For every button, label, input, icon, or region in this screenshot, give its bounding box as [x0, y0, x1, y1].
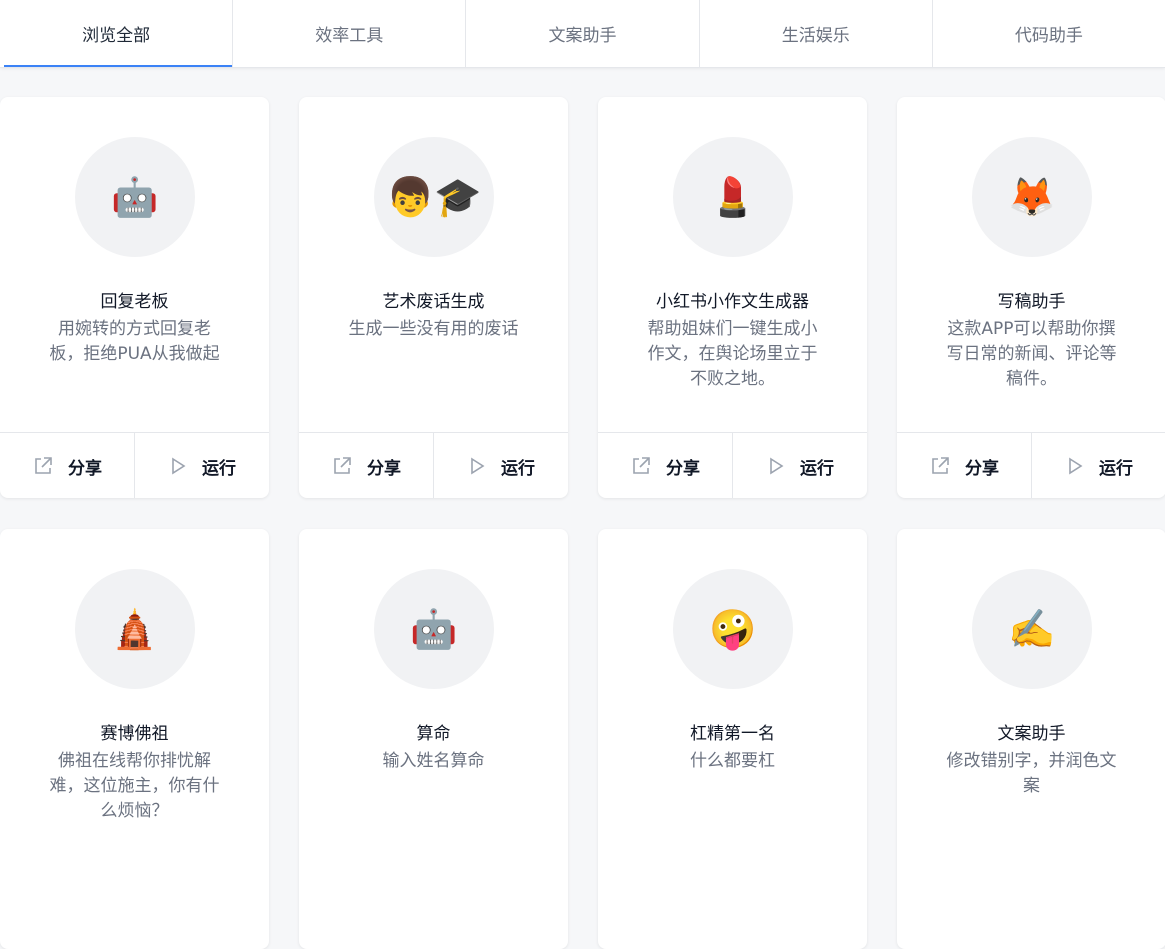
share-icon: [630, 455, 652, 477]
writing-hand-icon: ✍️: [972, 569, 1092, 689]
card-description: 用婉转的方式回复老板，拒绝PUA从我做起: [49, 319, 220, 364]
play-icon: [1065, 456, 1085, 476]
app-card[interactable]: 🤖 回复老板用婉转的方式回复老板，拒绝PUA从我做起分享 运行: [0, 97, 269, 498]
share-icon: [32, 455, 54, 477]
run-button[interactable]: 运行: [434, 433, 568, 498]
share-button[interactable]: 分享: [897, 433, 1032, 498]
zany-face-icon: 🤪: [673, 569, 793, 689]
student-icon: 👦🎓: [374, 137, 494, 257]
card-description: 输入姓名算命: [382, 751, 485, 771]
category-tabs: 浏览全部 效率工具 文案助手 生活娱乐 代码助手: [0, 0, 1165, 68]
app-card[interactable]: ✍️ 文案助手修改错别字，并润色文案: [897, 529, 1165, 949]
share-button[interactable]: 分享: [299, 433, 434, 498]
app-card[interactable]: 👦🎓 艺术废话生成生成一些没有用的废话分享 运行: [299, 97, 568, 498]
lipstick-icon: 💄: [673, 137, 793, 257]
card-actions: 分享 运行: [598, 432, 867, 498]
card-title: 算命: [416, 724, 451, 744]
app-card[interactable]: 🤖 算命输入姓名算命: [299, 529, 568, 949]
card-description: 佛祖在线帮你排忧解难，这位施主，你有什么烦恼？: [49, 751, 220, 821]
tab-code-assistant[interactable]: 代码助手: [933, 0, 1165, 67]
run-button[interactable]: 运行: [733, 433, 867, 498]
card-title: 小红书小作文生成器: [656, 292, 809, 312]
share-button[interactable]: 分享: [598, 433, 733, 498]
card-title: 文案助手: [997, 724, 1066, 744]
play-icon: [766, 456, 786, 476]
play-icon: [467, 456, 487, 476]
card-description: 修改错别字，并润色文案: [946, 751, 1117, 796]
card-title: 回复老板: [100, 292, 169, 312]
run-button[interactable]: 运行: [1032, 433, 1165, 498]
card-description: 帮助姐妹们一键生成小作文，在舆论场里立于不败之地。: [647, 319, 818, 389]
card-description: 什么都要杠: [690, 751, 775, 771]
robot-icon: 🤖: [374, 569, 494, 689]
card-actions: 分享 运行: [897, 432, 1165, 498]
card-description: 生成一些没有用的废话: [348, 319, 519, 339]
tab-efficiency-tools[interactable]: 效率工具: [233, 0, 467, 67]
robot-icon: 🤖: [75, 137, 195, 257]
tab-life-entertainment[interactable]: 生活娱乐: [700, 0, 933, 67]
tab-browse-all[interactable]: 浏览全部: [0, 0, 234, 67]
temple-icon: 🛕: [75, 569, 195, 689]
app-card[interactable]: 💄 小红书小作文生成器帮助姐妹们一键生成小作文，在舆论场里立于不败之地。分享 运行: [598, 97, 867, 498]
tab-copywriting-assistant[interactable]: 文案助手: [466, 0, 700, 67]
run-button[interactable]: 运行: [135, 433, 269, 498]
app-card[interactable]: 🤪 杠精第一名什么都要杠: [598, 529, 867, 949]
card-title: 赛博佛祖: [100, 724, 169, 744]
card-actions: 分享 运行: [0, 432, 269, 498]
fox-icon: 🦊: [972, 137, 1092, 257]
app-card[interactable]: 🛕 赛博佛祖佛祖在线帮你排忧解难，这位施主，你有什么烦恼？: [0, 529, 269, 949]
card-title: 杠精第一名: [690, 724, 775, 744]
share-icon: [331, 455, 353, 477]
card-title: 写稿助手: [997, 292, 1066, 312]
card-description: 这款APP可以帮助你撰写日常的新闻、评论等稿件。: [946, 319, 1117, 389]
card-title: 艺术废话生成: [382, 292, 485, 312]
share-icon: [929, 455, 951, 477]
play-icon: [168, 456, 188, 476]
app-card[interactable]: 🦊 写稿助手这款APP可以帮助你撰写日常的新闻、评论等稿件。分享 运行: [897, 97, 1165, 498]
card-actions: 分享 运行: [299, 432, 568, 498]
share-button[interactable]: 分享: [0, 433, 135, 498]
